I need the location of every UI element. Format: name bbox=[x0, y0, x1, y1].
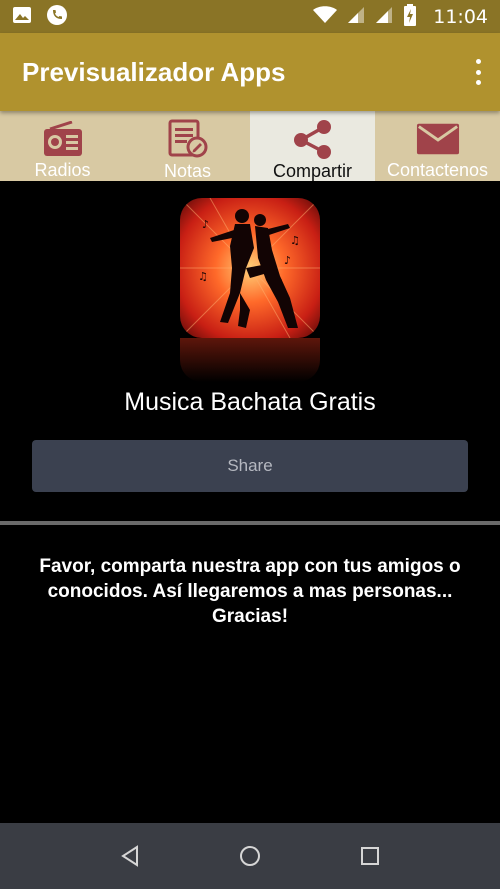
tab-label: Radios bbox=[34, 160, 91, 180]
app-name: Musica Bachata Gratis bbox=[124, 388, 376, 416]
home-icon[interactable] bbox=[230, 836, 270, 876]
divider bbox=[0, 521, 500, 525]
share-message: Favor, comparta nuestra app con tus amig… bbox=[39, 556, 461, 627]
tab-label: Notas bbox=[163, 161, 212, 181]
battery-charging-icon bbox=[403, 3, 417, 30]
share-button[interactable]: Share bbox=[32, 440, 468, 492]
back-icon[interactable] bbox=[110, 836, 150, 876]
signal-icon bbox=[375, 6, 393, 28]
radio-icon bbox=[41, 119, 85, 158]
notes-icon bbox=[166, 119, 210, 159]
tab-compartir[interactable]: Compartir bbox=[250, 111, 375, 181]
svg-text:♪: ♪ bbox=[202, 218, 209, 231]
more-vert-icon[interactable] bbox=[474, 59, 482, 85]
recents-icon[interactable] bbox=[350, 836, 390, 876]
tab-notas[interactable]: Notas bbox=[125, 111, 250, 181]
mail-icon bbox=[416, 119, 460, 158]
wifi-icon bbox=[313, 5, 338, 28]
svg-text:♫: ♫ bbox=[290, 234, 300, 247]
page-title: Previsualizador Apps bbox=[22, 56, 286, 87]
share-icon bbox=[291, 119, 335, 159]
navigation-bar bbox=[0, 823, 500, 889]
svg-text:♪: ♪ bbox=[284, 254, 291, 267]
phone-icon bbox=[46, 4, 68, 30]
svg-text:♫: ♫ bbox=[198, 270, 208, 283]
tab-label: Compartir bbox=[272, 161, 352, 181]
app-icon-reflection bbox=[180, 338, 320, 382]
image-icon bbox=[12, 6, 32, 28]
app-bar: Previsualizador Apps bbox=[0, 33, 500, 111]
tab-contactenos[interactable]: Contactenos bbox=[375, 111, 500, 181]
tab-bar: Radios Notas Compartir Contactenos bbox=[0, 111, 500, 181]
signal-icon bbox=[347, 6, 365, 28]
status-time: 11:04 bbox=[433, 5, 488, 28]
tab-radios[interactable]: Radios bbox=[0, 111, 125, 181]
status-bar: 11:04 bbox=[0, 0, 500, 33]
app-icon-image: ♪ ♫ ♫ ♪ bbox=[180, 198, 320, 338]
tab-label: Contactenos bbox=[386, 160, 489, 180]
